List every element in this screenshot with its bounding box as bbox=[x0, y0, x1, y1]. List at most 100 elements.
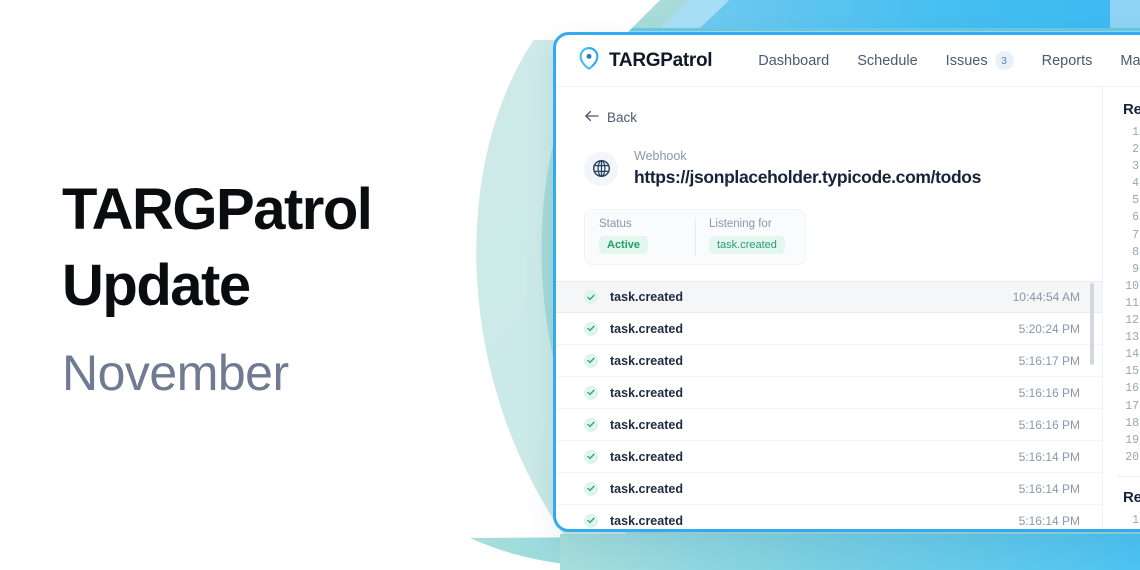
app-top-navigation: TARGPatrol Dashboard Schedule Issues 3 R… bbox=[556, 35, 1140, 87]
panel-divider bbox=[1117, 475, 1140, 477]
slide-canvas: TARGPatrol Update November TARGPatrol Da… bbox=[0, 0, 1140, 570]
status-label: Status bbox=[599, 218, 632, 230]
code-line: 6 bbox=[1117, 211, 1140, 228]
code-line: 18 bbox=[1117, 417, 1140, 434]
nav-item-schedule[interactable]: Schedule bbox=[857, 53, 917, 69]
event-log-list[interactable]: task.created 10:44:54 AM task.created 5:… bbox=[556, 281, 1102, 529]
line-number: 10 bbox=[1125, 279, 1139, 293]
line-number: 5 bbox=[1132, 194, 1139, 208]
nav-item-dashboard[interactable]: Dashboard bbox=[758, 53, 829, 69]
table-row[interactable]: task.created 5:16:16 PM bbox=[556, 409, 1102, 441]
table-row[interactable]: task.created 5:16:17 PM bbox=[556, 345, 1102, 377]
event-name: task.created bbox=[610, 417, 683, 432]
table-row[interactable]: task.created 5:16:14 PM bbox=[556, 473, 1102, 505]
webhook-detail-pane: Back Webhook https://jsonplaceholder.typ… bbox=[556, 87, 1102, 529]
table-row[interactable]: task.created 5:16:14 PM bbox=[556, 441, 1102, 473]
nav-item-management[interactable]: Management bbox=[1120, 53, 1140, 69]
request-code-block[interactable]: 1{ bbox=[1117, 513, 1140, 529]
request-panel-title: Request bbox=[1123, 488, 1140, 506]
line-number: 12 bbox=[1125, 314, 1139, 328]
issues-count-badge: 3 bbox=[994, 51, 1014, 70]
line-number: 2 bbox=[1132, 143, 1139, 157]
nav-item-label: Dashboard bbox=[758, 52, 830, 69]
code-line: 1{ bbox=[1117, 513, 1140, 529]
check-circle-icon bbox=[584, 353, 598, 368]
code-line: 20} bbox=[1117, 451, 1140, 468]
line-number: 6 bbox=[1132, 211, 1139, 225]
code-line: 17 bbox=[1117, 400, 1140, 417]
listening-event-badge: task.created bbox=[709, 236, 785, 254]
line-number: 1 bbox=[1132, 513, 1139, 527]
line-number: 15 bbox=[1125, 365, 1139, 379]
webhook-label: Webhook bbox=[634, 149, 687, 163]
code-line: 15 bbox=[1117, 365, 1140, 382]
hero-title-line-2: Update bbox=[62, 253, 251, 318]
line-number: 7 bbox=[1132, 228, 1139, 242]
check-circle-icon bbox=[584, 449, 598, 464]
webhook-header: Webhook https://jsonplaceholder.typicode… bbox=[584, 148, 1102, 189]
response-panel-title: Response bbox=[1123, 101, 1140, 118]
code-line: 16 bbox=[1117, 382, 1140, 399]
nav-item-reports[interactable]: Reports bbox=[1042, 53, 1093, 69]
line-number: 13 bbox=[1125, 331, 1139, 345]
check-circle-icon bbox=[584, 481, 598, 496]
event-time: 10:44:54 AM bbox=[1012, 290, 1080, 304]
nav-item-label: Schedule bbox=[857, 52, 918, 69]
event-list-scrollbar[interactable] bbox=[1090, 281, 1098, 529]
event-name: task.created bbox=[610, 449, 683, 464]
app-brand[interactable]: TARGPatrol bbox=[578, 46, 713, 75]
payload-pane: Response 1{ 2 3 4 5 6 7 8 9 10 11 12 13 … bbox=[1102, 87, 1140, 529]
line-number: 3 bbox=[1132, 160, 1139, 174]
table-row[interactable]: task.created 5:16:14 PM bbox=[556, 505, 1102, 529]
code-line: 14 bbox=[1117, 348, 1140, 365]
event-name: task.created bbox=[610, 481, 683, 496]
status-badge: Active bbox=[599, 236, 649, 254]
code-line: 7 bbox=[1117, 229, 1140, 246]
check-circle-icon bbox=[584, 290, 598, 304]
webhook-text: Webhook https://jsonplaceholder.typicode… bbox=[634, 148, 981, 189]
listening-column: Listening for task.created bbox=[695, 210, 805, 264]
app-body: Back Webhook https://jsonplaceholder.typ… bbox=[556, 87, 1140, 529]
webhook-meta-card: Status Active Listening for task.created bbox=[584, 209, 806, 265]
event-time: 5:16:16 PM bbox=[1018, 385, 1080, 400]
line-number: 19 bbox=[1125, 433, 1139, 447]
app-window-card: TARGPatrol Dashboard Schedule Issues 3 R… bbox=[553, 32, 1140, 532]
line-number: 20 bbox=[1125, 450, 1139, 464]
line-number: 1 bbox=[1132, 126, 1139, 139]
check-circle-icon bbox=[584, 417, 598, 432]
code-line: 10 bbox=[1117, 280, 1140, 297]
event-time: 5:16:14 PM bbox=[1018, 481, 1080, 496]
event-name: task.created bbox=[610, 353, 683, 368]
scrollbar-thumb[interactable] bbox=[1090, 283, 1094, 365]
globe-icon bbox=[584, 151, 618, 186]
nav-item-list: Dashboard Schedule Issues 3 Reports Mana… bbox=[758, 51, 1140, 70]
event-name: task.created bbox=[610, 513, 683, 528]
code-line: 9 bbox=[1117, 263, 1140, 280]
event-name: task.created bbox=[610, 321, 683, 336]
code-line: 1{ bbox=[1117, 126, 1140, 143]
table-row[interactable]: task.created 10:44:54 AM bbox=[556, 281, 1102, 313]
line-number: 18 bbox=[1125, 416, 1139, 430]
webhook-url: https://jsonplaceholder.typicode.com/tod… bbox=[634, 167, 982, 187]
event-time: 5:16:17 PM bbox=[1018, 353, 1080, 368]
code-line: 19 bbox=[1117, 434, 1140, 451]
nav-item-label: Reports bbox=[1041, 52, 1093, 69]
code-line: 4 bbox=[1117, 177, 1140, 194]
nav-item-issues[interactable]: Issues 3 bbox=[946, 51, 1014, 70]
hero-subtitle: November bbox=[62, 345, 289, 401]
event-time: 5:16:16 PM bbox=[1018, 417, 1080, 432]
code-line: 2 bbox=[1117, 143, 1140, 160]
code-line: 13 bbox=[1117, 331, 1140, 348]
back-button-label: Back bbox=[607, 110, 638, 125]
code-line: 12 bbox=[1117, 314, 1140, 331]
event-time: 5:20:24 PM bbox=[1018, 321, 1080, 336]
code-line: 11 bbox=[1117, 297, 1140, 314]
table-row[interactable]: task.created 5:16:16 PM bbox=[556, 377, 1102, 409]
line-number: 14 bbox=[1125, 348, 1139, 362]
response-code-block[interactable]: 1{ 2 3 4 5 6 7 8 9 10 11 12 13 14 15 16 bbox=[1117, 126, 1140, 468]
table-row[interactable]: task.created 5:20:24 PM bbox=[556, 313, 1102, 345]
code-line: 3 bbox=[1117, 160, 1140, 177]
check-circle-icon bbox=[584, 321, 598, 336]
check-circle-icon bbox=[584, 385, 598, 400]
back-button[interactable]: Back bbox=[584, 109, 1102, 126]
